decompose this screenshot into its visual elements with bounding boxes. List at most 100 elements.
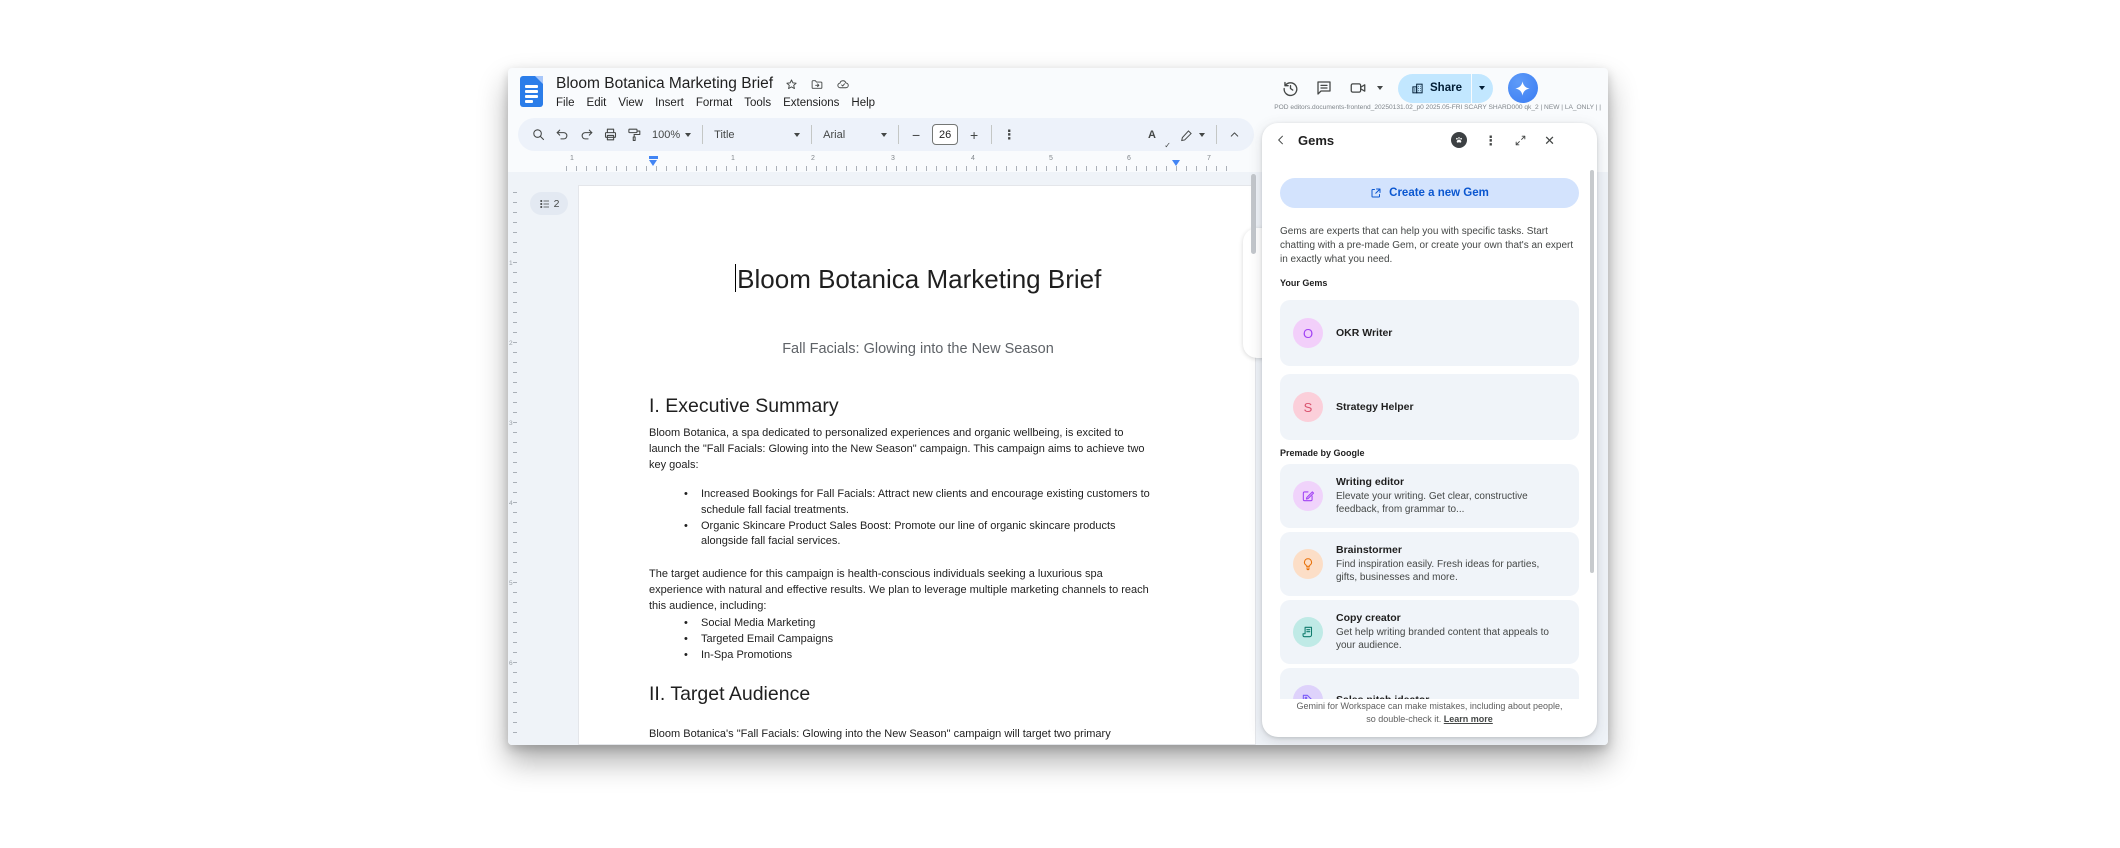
pen-icon <box>1180 128 1194 142</box>
version-history-button[interactable] <box>1281 79 1300 98</box>
menu-bar: File Edit View Insert Format Tools Exten… <box>550 95 881 111</box>
editing-mode-select[interactable] <box>1174 122 1211 148</box>
goal-bullet-list[interactable]: Increased Bookings for Fall Facials: Att… <box>701 487 1161 550</box>
panel-title: Gems <box>1298 133 1334 148</box>
call-dropdown-arrow[interactable] <box>1377 86 1383 90</box>
share-dropdown[interactable] <box>1472 86 1493 90</box>
redo-icon <box>579 127 594 142</box>
list-item[interactable]: Targeted Email Campaigns <box>701 632 1161 648</box>
join-call-button[interactable] <box>1348 79 1383 97</box>
tab-count-badge: 2 <box>554 198 560 210</box>
doc-subtitle[interactable]: Fall Facials: Glowing into the New Seaso… <box>579 341 1257 357</box>
create-new-gem-button[interactable]: Create a new Gem <box>1280 178 1579 208</box>
right-indent-marker[interactable] <box>1172 160 1180 166</box>
menu-file[interactable]: File <box>550 95 581 111</box>
search-menus-button[interactable] <box>526 122 550 148</box>
decrease-font-size-button[interactable]: − <box>904 122 928 148</box>
history-icon <box>1281 79 1300 98</box>
menu-format[interactable]: Format <box>690 95 738 111</box>
heading-executive-summary[interactable]: I. Executive Summary <box>649 395 839 418</box>
learn-more-link[interactable]: Learn more <box>1444 714 1493 724</box>
star-icon[interactable] <box>785 78 798 91</box>
list-item[interactable]: Organic Skincare Product Sales Boost: Pr… <box>701 519 1161 551</box>
paragraph-style-select[interactable]: Title <box>708 122 806 148</box>
cloud-saved-icon[interactable] <box>836 78 850 91</box>
gems-side-panel: Gems ⋮ ✕ Create <box>1262 123 1597 737</box>
left-indent-marker[interactable] <box>649 156 658 166</box>
paragraph-target-audience-intro[interactable]: The target audience for this campaign is… <box>649 567 1157 614</box>
google-docs-window: Bloom Botanica Marketing Brief File Edit… <box>508 68 1608 745</box>
menu-extensions[interactable]: Extensions <box>777 95 845 111</box>
dogfood-paw-icon[interactable] <box>1451 132 1467 148</box>
document-title[interactable]: Bloom Botanica Marketing Brief <box>556 75 773 93</box>
your-gems-label: Your Gems <box>1280 278 1327 288</box>
document-scrollbar[interactable] <box>1251 174 1256 254</box>
paint-format-button[interactable] <box>622 122 646 148</box>
zoom-select[interactable]: 100% <box>646 122 697 148</box>
close-panel-icon[interactable]: ✕ <box>1544 134 1555 147</box>
hide-menus-button[interactable] <box>1222 122 1246 148</box>
menu-view[interactable]: View <box>612 95 649 111</box>
menu-help[interactable]: Help <box>845 95 881 111</box>
increase-font-size-button[interactable]: + <box>962 122 986 148</box>
more-options-icon[interactable]: ⋮ <box>1484 134 1497 147</box>
list-item[interactable]: In-Spa Promotions <box>701 648 1161 664</box>
gems-description: Gems are experts that can help you with … <box>1280 225 1574 266</box>
screenshot-canvas: Bloom Botanica Marketing Brief File Edit… <box>0 0 2120 848</box>
expand-panel-icon[interactable] <box>1514 134 1527 147</box>
open-in-new-icon <box>1370 187 1382 199</box>
font-size-input[interactable]: 26 <box>932 124 958 145</box>
sales-tag-icon <box>1293 685 1323 699</box>
gem-card-brainstormer[interactable]: Brainstormer Find inspiration easily. Fr… <box>1280 532 1579 596</box>
menu-insert[interactable]: Insert <box>649 95 690 111</box>
gemini-button[interactable] <box>1508 73 1538 103</box>
gem-avatar: S <box>1293 392 1323 422</box>
docs-logo-fold <box>535 76 543 84</box>
list-item[interactable]: Social Media Marketing <box>701 616 1161 632</box>
channel-bullet-list[interactable]: Social Media Marketing Targeted Email Ca… <box>701 616 1161 663</box>
doc-body-title[interactable]: Bloom Botanica Marketing Brief <box>579 264 1257 295</box>
back-button[interactable] <box>1274 133 1288 147</box>
paragraph-exec-summary[interactable]: Bloom Botanica, a spa dedicated to perso… <box>649 426 1157 473</box>
spelling-check-button[interactable]: A✓ <box>1140 122 1164 148</box>
chevron-left-icon <box>1274 133 1288 147</box>
writing-editor-icon <box>1293 481 1323 511</box>
undo-icon <box>555 127 570 142</box>
gemini-spark-icon <box>1514 80 1531 97</box>
menu-tools[interactable]: Tools <box>738 95 777 111</box>
paragraph-target-audience[interactable]: Bloom Botanica's "Fall Facials: Glowing … <box>649 727 1157 743</box>
heading-target-audience[interactable]: II. Target Audience <box>649 683 810 706</box>
move-folder-icon[interactable] <box>810 78 824 91</box>
menu-edit[interactable]: Edit <box>581 95 613 111</box>
chevron-up-icon <box>1228 128 1241 141</box>
share-label: Share <box>1430 82 1462 94</box>
gem-card-sales-pitch-ideator[interactable]: Sales pitch ideator <box>1280 668 1579 699</box>
list-item[interactable]: Increased Bookings for Fall Facials: Att… <box>701 487 1161 519</box>
gem-card-writing-editor[interactable]: Writing editor Elevate your writing. Get… <box>1280 464 1579 528</box>
search-icon <box>531 127 546 142</box>
undo-button[interactable] <box>550 122 574 148</box>
video-camera-icon <box>1348 79 1368 97</box>
document-page[interactable]: Bloom Botanica Marketing Brief Fall Faci… <box>578 185 1256 745</box>
gem-card-strategy-helper[interactable]: S Strategy Helper <box>1280 374 1579 440</box>
gem-card-okr-writer[interactable]: O OKR Writer <box>1280 300 1579 366</box>
redo-button[interactable] <box>574 122 598 148</box>
font-select[interactable]: Arial <box>817 122 893 148</box>
google-docs-logo[interactable] <box>520 76 543 107</box>
print-button[interactable] <box>598 122 622 148</box>
document-tabs-button[interactable]: 2 <box>530 192 568 215</box>
comment-icon <box>1315 79 1333 97</box>
document-scroll-icon <box>1293 617 1323 647</box>
toolbar: 100% Title Arial − 26 + ⋮ A✓ <box>518 118 1254 151</box>
gem-card-copy-creator[interactable]: Copy creator Get help writing branded co… <box>1280 600 1579 664</box>
share-button[interactable]: Share <box>1398 74 1493 103</box>
gems-panel-body: Create a new Gem Gems are experts that c… <box>1262 159 1597 699</box>
premade-by-google-label: Premade by Google <box>1280 448 1365 458</box>
gem-avatar: O <box>1293 318 1323 348</box>
more-toolbar-options-button[interactable]: ⋮ <box>997 122 1021 148</box>
gemini-disclaimer: Gemini for Workspace can make mistakes, … <box>1262 700 1597 725</box>
text-cursor <box>735 264 737 292</box>
print-icon <box>603 127 618 142</box>
comments-button[interactable] <box>1315 79 1333 97</box>
paint-roller-icon <box>627 127 642 142</box>
